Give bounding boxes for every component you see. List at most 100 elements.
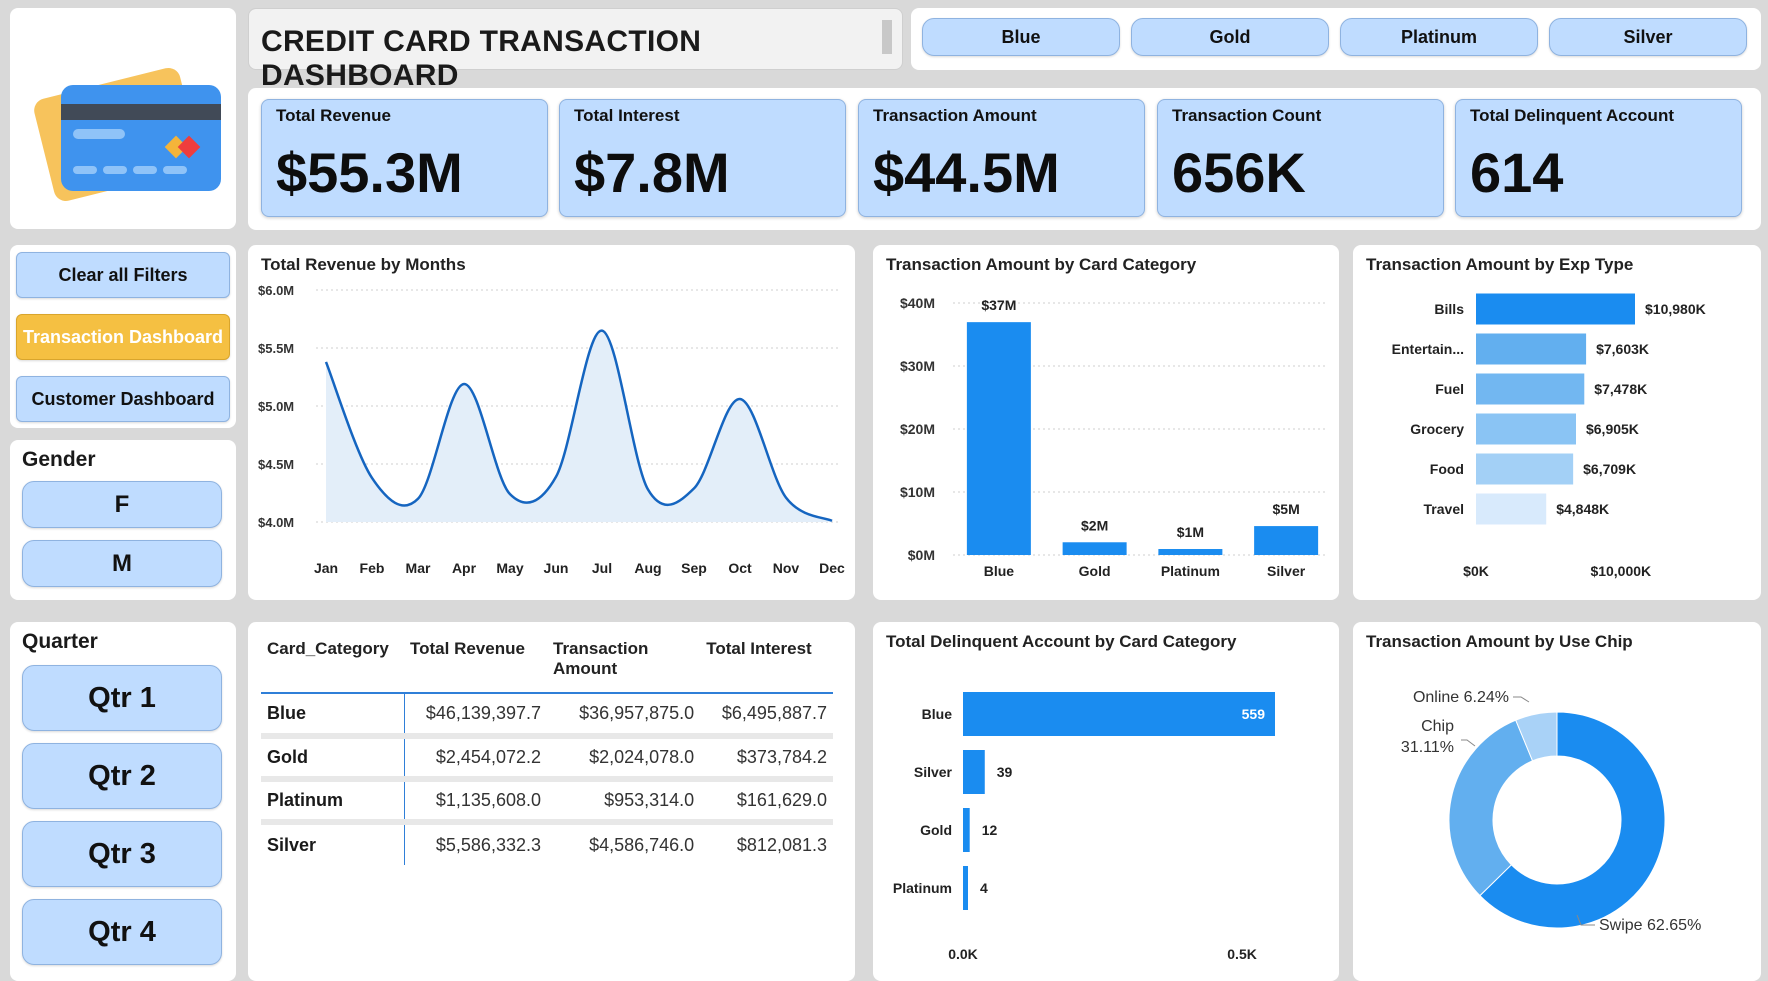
table-cell: $46,139,397.7 [404,693,547,739]
table-row[interactable]: Platinum $1,135,608.0 $953,314.0 $161,62… [261,779,833,825]
bar [1158,549,1223,555]
clear-filters-button[interactable]: Clear all Filters [16,252,230,298]
bar [963,866,968,910]
table-header[interactable]: Total Revenue [404,635,547,693]
filter-platinum-button[interactable]: Platinum [1340,18,1538,56]
x-tick-label: 0.0K [948,946,978,962]
x-tick-label: May [496,560,523,576]
data-label: $10,980K [1645,301,1706,317]
y-tick-label: $4.0M [258,515,294,530]
y-tick-label: Grocery [1410,421,1464,437]
table-cell: $6,495,887.7 [700,693,833,739]
kpi-label: Transaction Amount [873,106,1037,125]
amount-by-card-panel: Transaction Amount by Card Category $0M $… [873,245,1339,600]
x-tick-label: Nov [773,560,800,576]
bar [1254,526,1319,555]
y-tick-label: $6.0M [258,283,294,298]
kpi-value: 614 [1470,141,1564,204]
bar [966,322,1031,555]
card-category-bar-chart: $0M $10M $20M $30M $40M $37M Blue $2M Gold $1M Pla… [900,295,1328,579]
data-label: $7,478K [1594,381,1647,397]
revenue-by-month-panel: Total Revenue by Months $4.0M $4.5M $5.0M $… [248,245,855,600]
data-label: 12 [982,822,998,838]
leader-line [1461,739,1476,747]
data-label: Online 6.24% [1413,689,1509,706]
y-tick-label: $10M [900,484,935,500]
filter-blue-button[interactable]: Blue [922,18,1120,56]
table-cell: $2,024,078.0 [547,736,701,782]
y-tick-label: Fuel [1435,381,1464,397]
table-cell: Blue [261,693,405,739]
x-tick-label: Platinum [1161,563,1220,579]
bar [1062,542,1127,555]
table-header[interactable]: Transaction Amount [547,635,700,693]
bar [963,750,985,794]
table-cell: Platinum [261,779,405,825]
quarter-q3-button[interactable]: Qtr 3 [22,821,222,887]
logo-panel [10,8,236,229]
y-tick-label: Food [1430,461,1464,477]
y-tick-label: Blue [922,706,953,722]
data-label: $6,709K [1583,461,1636,477]
customer-dashboard-button[interactable]: Customer Dashboard [16,376,230,422]
kpi-transaction-count: Transaction Count 656K [1157,99,1444,217]
table-cell: $953,314.0 [547,779,701,825]
gender-f-button[interactable]: F [22,481,222,528]
table-cell: $812,081.3 [736,834,827,855]
delinquent-by-card-panel: Total Delinquent Account by Card Categor… [873,622,1339,981]
x-tick-label: Oct [728,560,752,576]
gender-m-button[interactable]: M [22,540,222,587]
y-tick-label: $40M [900,295,935,311]
table-row[interactable]: Gold $2,454,072.2 $2,024,078.0 $373,784.… [261,736,833,782]
data-label: $37M [981,297,1016,313]
x-tick-label: 0.5K [1227,946,1257,962]
x-tick-label: $10,000K [1590,563,1651,579]
x-tick-label: Mar [406,560,431,576]
kpi-label: Total Revenue [276,106,391,125]
table-cell: $36,957,875.0 [547,693,701,739]
kpi-value: $44.5M [873,141,1060,204]
data-label: 39 [997,764,1013,780]
exp-type-bar-chart: Bills $10,980K Entertain... $7,603K Fuel $7,4… [1392,293,1706,579]
x-tick-label: Jun [544,560,569,576]
y-tick-label: $20M [900,421,935,437]
data-label: Chip [1421,718,1454,735]
quarter-title: Quarter [22,630,98,653]
x-tick-label: Gold [1079,563,1111,579]
table-header[interactable]: Card_Category [261,635,404,693]
leader-line [1513,696,1530,703]
filter-gold-button[interactable]: Gold [1131,18,1329,56]
data-label: 4 [980,880,988,896]
quarter-q1-button[interactable]: Qtr 1 [22,665,222,731]
table-cell: $2,454,072.2 [404,736,547,782]
filter-silver-button[interactable]: Silver [1549,18,1747,56]
kpi-label: Total Delinquent Account [1470,106,1674,125]
table-cell: Gold [261,736,405,782]
data-label: $4,848K [1556,501,1609,517]
y-tick-label: Silver [914,764,953,780]
delinquent-bar-chart: Blue 559 Silver 39 Gold 12 Platinum 4 0.0K 0.5K [893,692,1275,962]
kpi-label: Total Interest [574,106,680,125]
transaction-dashboard-button[interactable]: Transaction Dashboard [16,314,230,360]
x-tick-label: Apr [452,560,477,576]
bar [963,692,1275,736]
card-category-table: Card_Category Total Revenue Transaction … [261,635,833,865]
bar [1476,333,1587,365]
table-header[interactable]: Total Interest [700,635,833,693]
quarter-q4-button[interactable]: Qtr 4 [22,899,222,965]
x-tick-label: Sep [681,560,707,576]
quarter-q2-button[interactable]: Qtr 2 [22,743,222,809]
kpi-value: $55.3M [276,141,463,204]
kpi-transaction-amount: Transaction Amount $44.5M [858,99,1145,217]
x-tick-label: Jul [592,560,612,576]
y-tick-label: Travel [1424,501,1464,517]
y-tick-label: $5.0M [258,399,294,414]
y-tick-label: $5.5M [258,341,294,356]
table-row[interactable]: Silver $5,586,332.3 $4,586,746.0 $812,08… [261,822,833,865]
data-label: 31.11% [1401,739,1454,756]
table-row[interactable]: Blue $46,139,397.7 $36,957,875.0 $6,495,… [261,693,833,739]
kpi-value: $7.8M [574,141,730,204]
amount-by-exp-panel: Transaction Amount by Exp Type Bills $10,… [1353,245,1761,600]
title-scrollbar[interactable] [882,20,892,54]
y-tick-label: Gold [920,822,952,838]
